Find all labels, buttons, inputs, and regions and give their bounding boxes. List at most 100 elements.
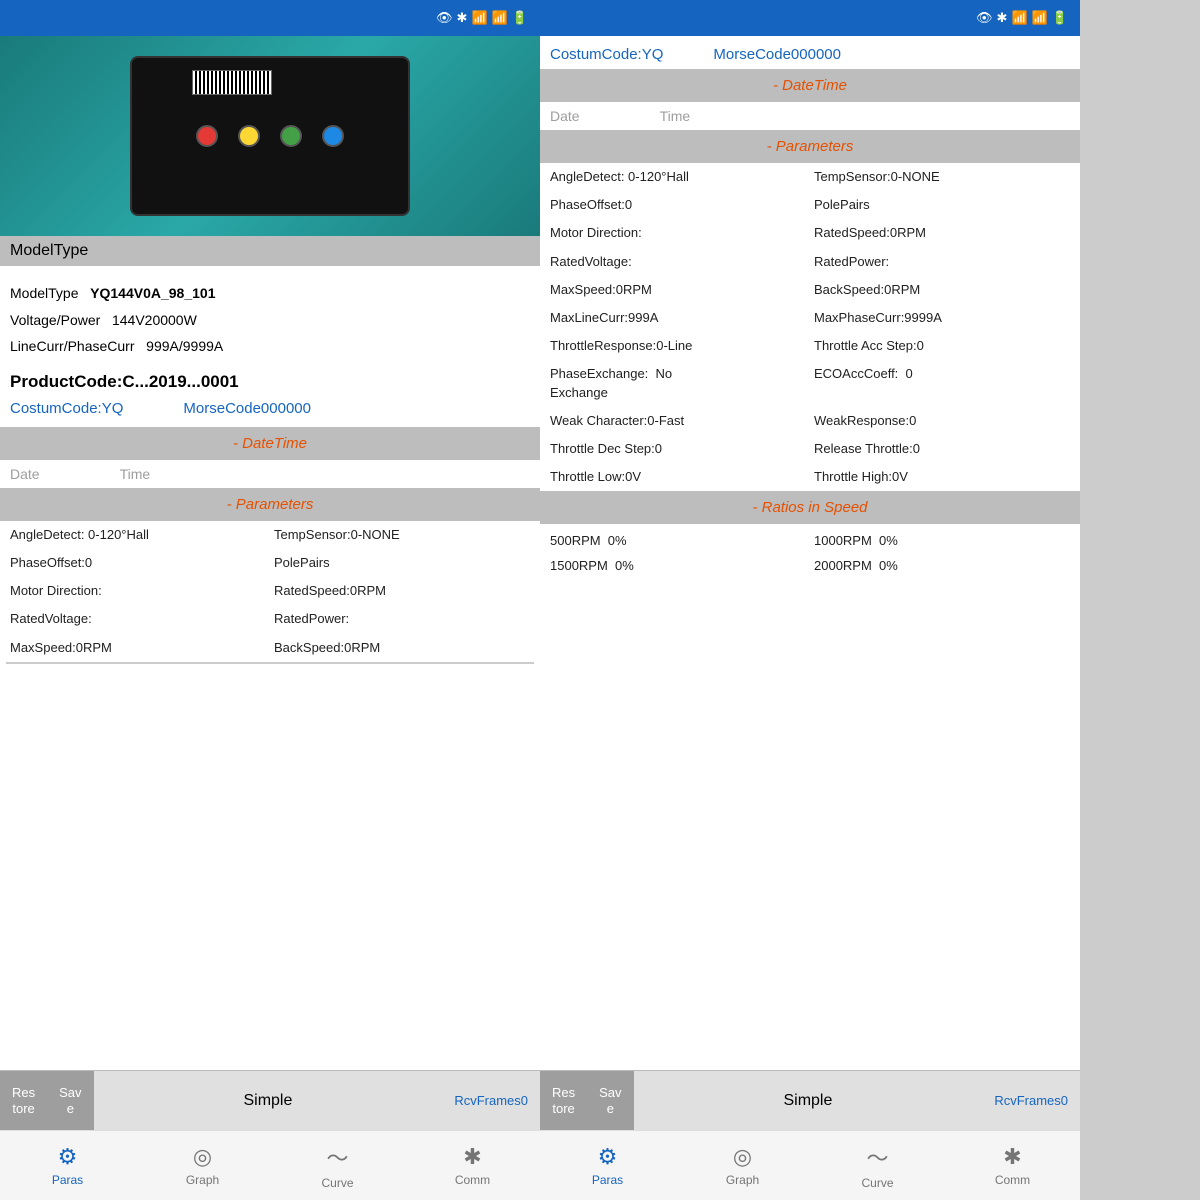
param-right-3: RatedPower: bbox=[270, 605, 534, 633]
param-right-0: TempSensor:0-NONE bbox=[270, 521, 534, 549]
parameters-header-left: - Parameters bbox=[0, 488, 540, 521]
nav-comm-label-left: Comm bbox=[455, 1173, 490, 1187]
rparam-right-4: BackSpeed:0RPM bbox=[810, 276, 1074, 304]
rcv-frames-right[interactable]: RcvFrames0 bbox=[982, 1071, 1080, 1131]
time-label-right: Time bbox=[660, 108, 691, 124]
bottom-toolbar-right: Res tore Sav e Simple RcvFrames0 bbox=[540, 1070, 1080, 1130]
date-label-right: Date bbox=[550, 108, 580, 124]
bluetooth-nav-icon-right: ✱ bbox=[1003, 1144, 1021, 1170]
nav-graph-label-right: Graph bbox=[726, 1173, 759, 1187]
nav-curve-right[interactable]: 〜 Curve bbox=[810, 1131, 945, 1200]
gear-icon-right: ⚙ bbox=[598, 1144, 618, 1170]
date-time-row-right: Date Time bbox=[540, 102, 1080, 130]
wifi-icon-right: 📶 bbox=[1011, 10, 1027, 26]
nav-curve-left[interactable]: 〜 Curve bbox=[270, 1131, 405, 1200]
rparam-left-7: PhaseExchange: NoExchange bbox=[546, 360, 810, 406]
dot-blue bbox=[322, 125, 344, 147]
bluetooth-nav-icon-left: ✱ bbox=[463, 1144, 481, 1170]
nav-graph-left[interactable]: ◎ Graph bbox=[135, 1131, 270, 1200]
morse-code-left: MorseCode000000 bbox=[183, 400, 311, 417]
rparam-left-5: MaxLineCurr:999A bbox=[546, 304, 810, 332]
nav-curve-label-right: Curve bbox=[861, 1176, 893, 1190]
simple-button-left[interactable]: Simple bbox=[94, 1071, 443, 1131]
barcode bbox=[192, 70, 272, 95]
rparam-right-6: Throttle Acc Step:0 bbox=[810, 332, 1074, 360]
model-type-value: YQ144V0A_98_101 bbox=[90, 285, 215, 301]
battery-icon: 🔋 bbox=[512, 10, 528, 26]
save-button-left[interactable]: Sav e bbox=[47, 1071, 93, 1131]
left-scroll-content: ModelType ModelType YQ144V0A_98_101 Volt… bbox=[0, 236, 540, 1070]
model-type-label: ModelType bbox=[10, 285, 78, 301]
status-icons-right: 👁 ✱ 📶 📶 🔋 bbox=[976, 10, 1068, 26]
rparam-right-7: ECOAccCoeff: 0 bbox=[810, 360, 1074, 406]
curve-icon-left: 〜 bbox=[326, 1141, 348, 1173]
params-grid-left: AngleDetect: 0-120°Hall TempSensor:0-NON… bbox=[0, 521, 540, 664]
time-label-left: Time bbox=[120, 466, 151, 482]
bottom-toolbar-left: Res tore Sav e Simple RcvFrames0 bbox=[0, 1070, 540, 1130]
voltage-value: 144V20000W bbox=[112, 312, 197, 328]
nav-curve-label-left: Curve bbox=[321, 1176, 353, 1190]
nav-comm-right[interactable]: ✱ Comm bbox=[945, 1131, 1080, 1200]
ratios-grid-right: 500RPM 0% 1000RPM 0% 1500RPM 0% 2000RPM … bbox=[540, 524, 1080, 586]
right-panel: 👁 ✱ 📶 📶 🔋 CostumCode:YQ MorseCode000000 … bbox=[540, 0, 1080, 1200]
nav-graph-label-left: Graph bbox=[186, 1173, 219, 1187]
status-bar-right: 👁 ✱ 📶 📶 🔋 bbox=[540, 0, 1080, 36]
costum-code-left: CostumCode:YQ bbox=[10, 400, 123, 417]
rparam-left-8: Weak Character:0-Fast bbox=[546, 407, 810, 435]
model-type-line: ModelType YQ144V0A_98_101 bbox=[10, 280, 530, 307]
params-grid-right: AngleDetect: 0-120°Hall TempSensor:0-NON… bbox=[540, 163, 1080, 491]
device-box bbox=[130, 56, 410, 216]
param-right-2: RatedSpeed:0RPM bbox=[270, 577, 534, 605]
curve-icon-right: 〜 bbox=[866, 1141, 888, 1173]
nav-paras-label-left: Paras bbox=[52, 1173, 83, 1187]
status-icons-left: 👁 ✱ 📶 📶 🔋 bbox=[436, 10, 528, 26]
nav-comm-label-right: Comm bbox=[995, 1173, 1030, 1187]
param-left-0: AngleDetect: 0-120°Hall bbox=[6, 521, 270, 549]
rparam-right-0: TempSensor:0-NONE bbox=[810, 163, 1074, 191]
model-info-section: ModelType YQ144V0A_98_101 Voltage/Power … bbox=[0, 266, 540, 368]
left-panel: 👁 ✱ 📶 📶 🔋 ModelType ModelType YQ144 bbox=[0, 0, 540, 1200]
device-image bbox=[0, 36, 540, 236]
param-left-3: RatedVoltage: bbox=[6, 605, 270, 633]
eye-icon: 👁 bbox=[436, 10, 453, 26]
nav-paras-right[interactable]: ⚙ Paras bbox=[540, 1131, 675, 1200]
rparam-left-9: Throttle Dec Step:0 bbox=[546, 435, 810, 463]
date-label-left: Date bbox=[10, 466, 40, 482]
ratios-header-right: - Ratios in Speed bbox=[540, 491, 1080, 524]
rparam-left-6: ThrottleResponse:0-Line bbox=[546, 332, 810, 360]
simple-button-right[interactable]: Simple bbox=[634, 1071, 983, 1131]
connector-dots bbox=[196, 125, 344, 147]
rparam-right-3: RatedPower: bbox=[810, 248, 1074, 276]
nav-graph-right[interactable]: ◎ Graph bbox=[675, 1131, 810, 1200]
nav-paras-label-right: Paras bbox=[592, 1173, 623, 1187]
dot-red bbox=[196, 125, 218, 147]
rparam-left-4: MaxSpeed:0RPM bbox=[546, 276, 810, 304]
graph-icon-left: ◎ bbox=[193, 1144, 212, 1170]
rparam-right-2: RatedSpeed:0RPM bbox=[810, 219, 1074, 247]
bottom-nav-left: ⚙ Paras ◎ Graph 〜 Curve ✱ Comm bbox=[0, 1130, 540, 1200]
save-button-right[interactable]: Sav e bbox=[587, 1071, 633, 1131]
datetime-header-left: - DateTime bbox=[0, 427, 540, 460]
rparam-right-1: PolePairs bbox=[810, 191, 1074, 219]
wifi-icon: 📶 bbox=[471, 10, 487, 26]
costum-code-right: CostumCode:YQ bbox=[550, 46, 663, 63]
param-left-4: MaxSpeed:0RPM bbox=[6, 634, 270, 664]
nav-paras-left[interactable]: ⚙ Paras bbox=[0, 1131, 135, 1200]
custom-morse-row-left: CostumCode:YQ MorseCode000000 bbox=[0, 396, 540, 427]
status-bar-left: 👁 ✱ 📶 📶 🔋 bbox=[0, 0, 540, 36]
rparam-left-10: Throttle Low:0V bbox=[546, 463, 810, 491]
restore-button-right[interactable]: Res tore bbox=[540, 1071, 587, 1131]
datetime-header-right: - DateTime bbox=[540, 69, 1080, 102]
bluetooth-icon: ✱ bbox=[457, 10, 468, 26]
header-row-right: CostumCode:YQ MorseCode000000 bbox=[540, 36, 1080, 69]
restore-button-left[interactable]: Res tore bbox=[0, 1071, 47, 1131]
rparam-left-1: PhaseOffset:0 bbox=[546, 191, 810, 219]
dot-green bbox=[280, 125, 302, 147]
line-curr-value: 999A/9999A bbox=[146, 338, 223, 354]
nav-comm-left[interactable]: ✱ Comm bbox=[405, 1131, 540, 1200]
signal-icon-right: 📶 bbox=[1032, 10, 1048, 26]
morse-code-right: MorseCode000000 bbox=[713, 46, 841, 63]
date-time-row-left: Date Time bbox=[0, 460, 540, 488]
bottom-nav-right: ⚙ Paras ◎ Graph 〜 Curve ✱ Comm bbox=[540, 1130, 1080, 1200]
rcv-frames-left[interactable]: RcvFrames0 bbox=[442, 1071, 540, 1131]
